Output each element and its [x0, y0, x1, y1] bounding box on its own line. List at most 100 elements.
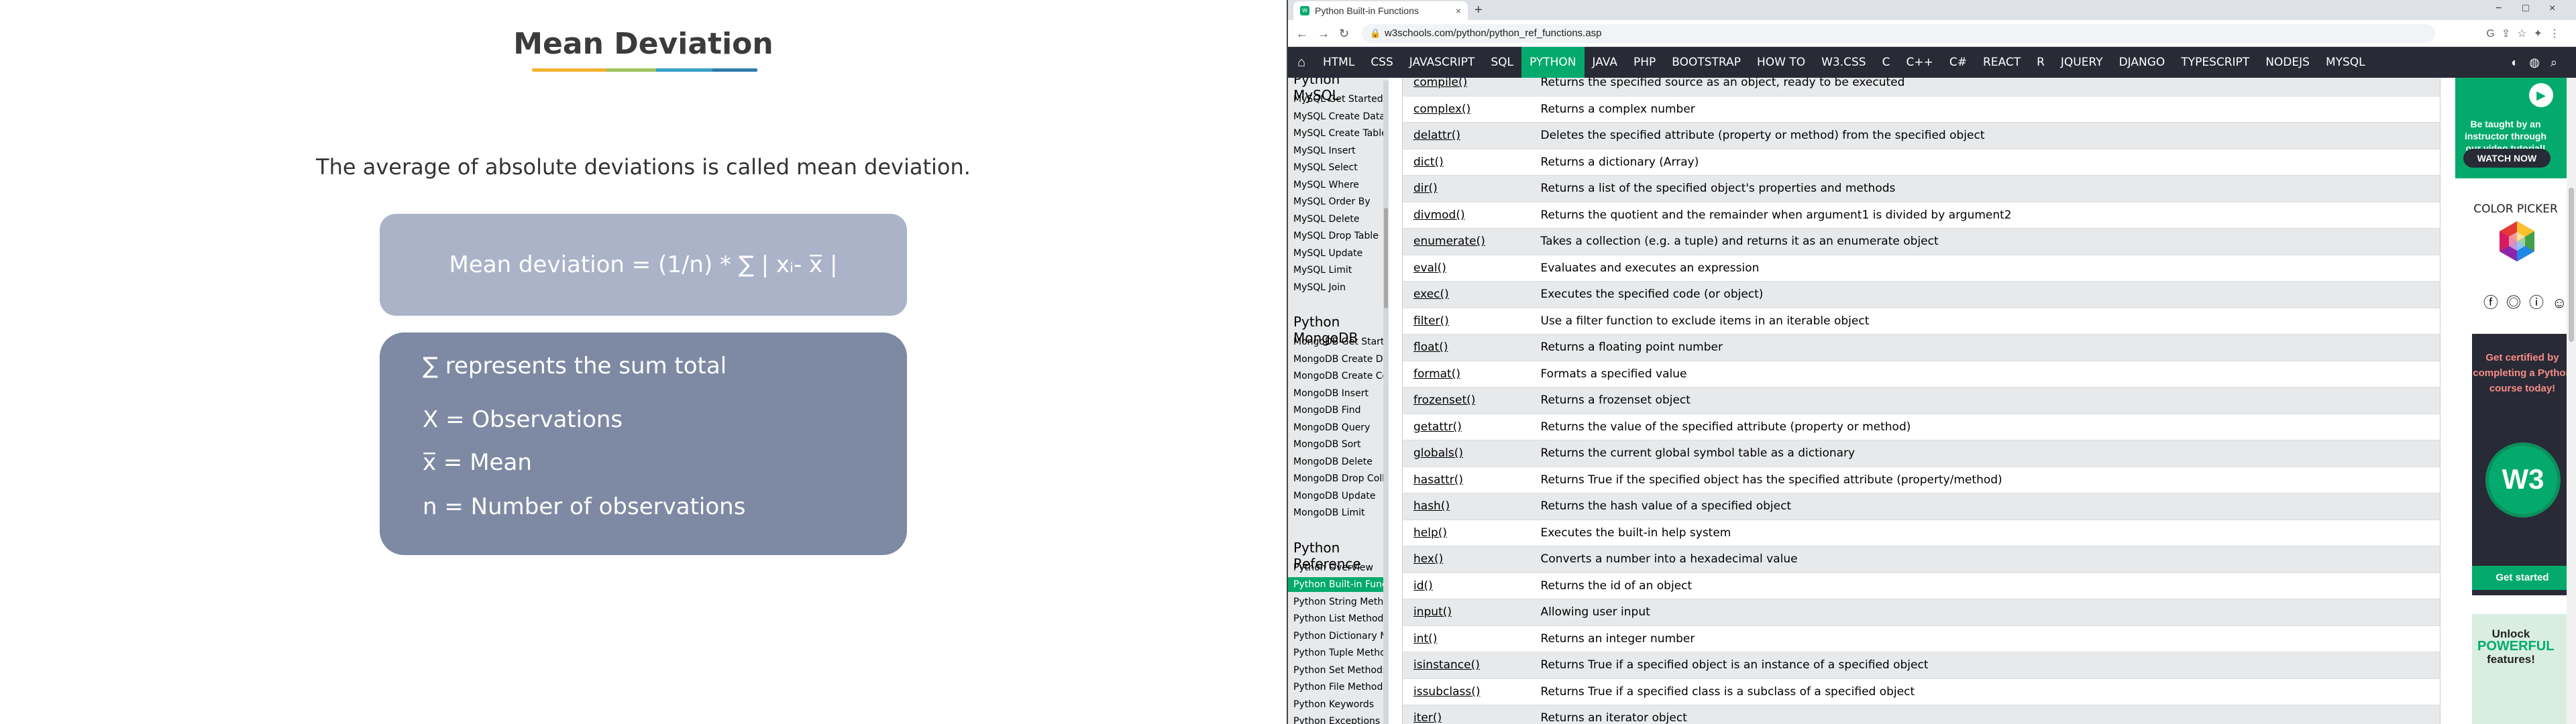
forward-arrow-icon[interactable]: →: [1318, 27, 1330, 41]
function-link[interactable]: format(): [1402, 361, 1530, 387]
function-link[interactable]: iter(): [1402, 705, 1530, 724]
minimize-button[interactable]: −: [2496, 3, 2502, 15]
sidebar-item-python-dictionary-methods[interactable]: Python Dictionary Methods: [1293, 631, 1389, 642]
function-link[interactable]: filter(): [1402, 308, 1530, 335]
sidebar-scroll-thumb[interactable]: [1384, 208, 1388, 308]
reload-icon[interactable]: ↻: [1339, 27, 1349, 41]
url-input[interactable]: 🔒 w3schools.com/python/python_ref_functi…: [1362, 24, 2435, 43]
watch-now-button[interactable]: WATCH NOW: [2463, 149, 2551, 168]
function-link[interactable]: compile(): [1402, 78, 1530, 97]
sidebar-item-python-file-methods[interactable]: Python File Methods: [1293, 682, 1388, 692]
get-started-button[interactable]: Get started: [2472, 566, 2573, 590]
function-link[interactable]: id(): [1402, 572, 1530, 599]
nav-item-python[interactable]: PYTHON: [1521, 47, 1585, 78]
nav-item-w3-css[interactable]: W3.CSS: [1813, 47, 1874, 78]
sidebar-item-python-string-methods[interactable]: Python String Methods: [1293, 597, 1389, 607]
function-link[interactable]: frozenset(): [1402, 387, 1530, 414]
function-link[interactable]: globals(): [1402, 440, 1530, 467]
facebook-icon[interactable]: ⓕ: [2483, 294, 2506, 311]
nav-item-django[interactable]: DJANGO: [2111, 47, 2174, 78]
function-link[interactable]: input(): [1402, 599, 1530, 626]
sidebar-item-mysql-order-by[interactable]: MySQL Order By: [1293, 196, 1371, 207]
new-tab-button[interactable]: +: [1474, 3, 1483, 18]
sidebar-item-python-built-in-functions[interactable]: Python Built-in Functions: [1288, 577, 1389, 592]
sidebar-item-mongodb-limit[interactable]: MongoDB Limit: [1293, 507, 1365, 518]
sidebar-item-mysql-delete[interactable]: MySQL Delete: [1293, 214, 1360, 225]
nav-item-jquery[interactable]: JQUERY: [2053, 47, 2111, 78]
nav-item-c-[interactable]: C#: [1941, 47, 1975, 78]
sidebar-item-mongodb-query[interactable]: MongoDB Query: [1293, 422, 1370, 433]
maximize-button[interactable]: □: [2522, 3, 2529, 15]
function-link[interactable]: int(): [1402, 625, 1530, 652]
function-link[interactable]: delattr(): [1402, 122, 1530, 149]
nav-tools-icons[interactable]: ◐◍⌕: [2511, 47, 2568, 78]
function-link[interactable]: divmod(): [1402, 202, 1530, 229]
video-promo[interactable]: ▶ Be taught by an instructor through our…: [2455, 78, 2576, 178]
sidebar-item-mysql-get-started[interactable]: MySQL Get Started: [1293, 94, 1383, 105]
sidebar-item-mysql-where[interactable]: MySQL Where: [1293, 180, 1359, 190]
sidebar-scrollbar[interactable]: [1383, 80, 1389, 724]
color-picker-icon[interactable]: [2496, 220, 2538, 263]
function-link[interactable]: hasattr(): [1402, 467, 1530, 493]
back-arrow-icon[interactable]: ←: [1296, 27, 1308, 41]
function-link[interactable]: float(): [1402, 334, 1530, 361]
sidebar-item-mongodb-find[interactable]: MongoDB Find: [1293, 405, 1361, 416]
nav-item-how-to[interactable]: HOW TO: [1749, 47, 1813, 78]
sidebar-item-mongodb-insert[interactable]: MongoDB Insert: [1293, 388, 1368, 399]
sidebar-item-mysql-join[interactable]: MySQL Join: [1293, 282, 1346, 293]
function-link[interactable]: help(): [1402, 520, 1530, 546]
sidebar-item-mysql-drop-table[interactable]: MySQL Drop Table: [1293, 231, 1379, 241]
nav-item-javascript[interactable]: JAVASCRIPT: [1401, 47, 1483, 78]
sidebar-item-mysql-create-database[interactable]: MySQL Create Database: [1293, 111, 1389, 122]
sidebar-item-python-exceptions[interactable]: Python Exceptions: [1293, 716, 1380, 724]
social-icons[interactable]: ⓕ◎ⓘ☺: [2483, 291, 2575, 312]
sidebar-item-mongodb-create-collection[interactable]: MongoDB Create Collection: [1293, 371, 1389, 381]
nav-item-sql[interactable]: SQL: [1483, 47, 1521, 78]
sidebar-item-mongodb-drop-collection[interactable]: MongoDB Drop Collection: [1293, 473, 1389, 484]
nav-item-react[interactable]: REACT: [1975, 47, 2029, 78]
nav-item-nodejs[interactable]: NODEJS: [2257, 47, 2318, 78]
function-link[interactable]: issubclass(): [1402, 678, 1530, 705]
sidebar-item-mysql-select[interactable]: MySQL Select: [1293, 162, 1358, 173]
function-link[interactable]: exec(): [1402, 281, 1530, 308]
nav-item-html[interactable]: HTML: [1315, 47, 1362, 78]
sidebar-item-mongodb-sort[interactable]: MongoDB Sort: [1293, 439, 1361, 450]
sidebar-item-python-list-methods[interactable]: Python List Methods: [1293, 613, 1389, 624]
nav-item-r[interactable]: R: [2029, 47, 2053, 78]
tab-close-icon[interactable]: ×: [1456, 5, 1461, 16]
sidebar-item-mongodb-get-started[interactable]: MongoDB Get Started: [1293, 337, 1389, 347]
sidebar-item-python-overview[interactable]: Python Overview: [1293, 562, 1373, 573]
nav-item-c-[interactable]: C++: [1898, 47, 1941, 78]
sidebar-item-python-set-methods[interactable]: Python Set Methods: [1293, 665, 1387, 676]
sidebar-item-python-keywords[interactable]: Python Keywords: [1293, 699, 1374, 710]
nav-item-php[interactable]: PHP: [1625, 47, 1664, 78]
play-icon[interactable]: ▶: [2529, 83, 2553, 107]
unlock-features-ad[interactable]: Unlock POWERFUL features!: [2472, 614, 2573, 724]
sidebar-item-mysql-create-table[interactable]: MySQL Create Table: [1293, 128, 1387, 139]
sidebar-item-mongodb-create-database[interactable]: MongoDB Create Database: [1293, 354, 1389, 365]
sidebar-item-mysql-update[interactable]: MySQL Update: [1293, 248, 1362, 259]
function-link[interactable]: isinstance(): [1402, 652, 1530, 679]
function-link[interactable]: complex(): [1402, 96, 1530, 123]
home-icon[interactable]: ⌂: [1288, 55, 1315, 70]
function-link[interactable]: enumerate(): [1402, 228, 1530, 255]
function-link[interactable]: dict(): [1402, 149, 1530, 176]
sidebar-item-mongodb-delete[interactable]: MongoDB Delete: [1293, 457, 1373, 467]
nav-item-typescript[interactable]: TYPESCRIPT: [2173, 47, 2257, 78]
nav-item-c[interactable]: C: [1874, 47, 1898, 78]
function-link[interactable]: dir(): [1402, 175, 1530, 202]
nav-item-java[interactable]: JAVA: [1585, 47, 1625, 78]
browser-tab[interactable]: w Python Built-in Functions ×: [1293, 1, 1468, 20]
function-link[interactable]: eval(): [1402, 255, 1530, 282]
function-link[interactable]: getattr(): [1402, 414, 1530, 440]
close-window-button[interactable]: ×: [2549, 3, 2555, 15]
certification-ad[interactable]: Get certified by completing a Python cou…: [2472, 334, 2573, 595]
page-scroll-thumb[interactable]: [2569, 188, 2574, 342]
page-scrollbar[interactable]: [2567, 78, 2576, 724]
extensions-icons[interactable]: G⇪☆✦⋮: [2486, 27, 2567, 40]
sidebar-item-python-tuple-methods[interactable]: Python Tuple Methods: [1293, 648, 1389, 658]
nav-item-css[interactable]: CSS: [1362, 47, 1401, 78]
nav-item-mysql[interactable]: MYSQL: [2318, 47, 2373, 78]
instagram-icon[interactable]: ◎: [2506, 294, 2529, 311]
function-link[interactable]: hex(): [1402, 546, 1530, 573]
